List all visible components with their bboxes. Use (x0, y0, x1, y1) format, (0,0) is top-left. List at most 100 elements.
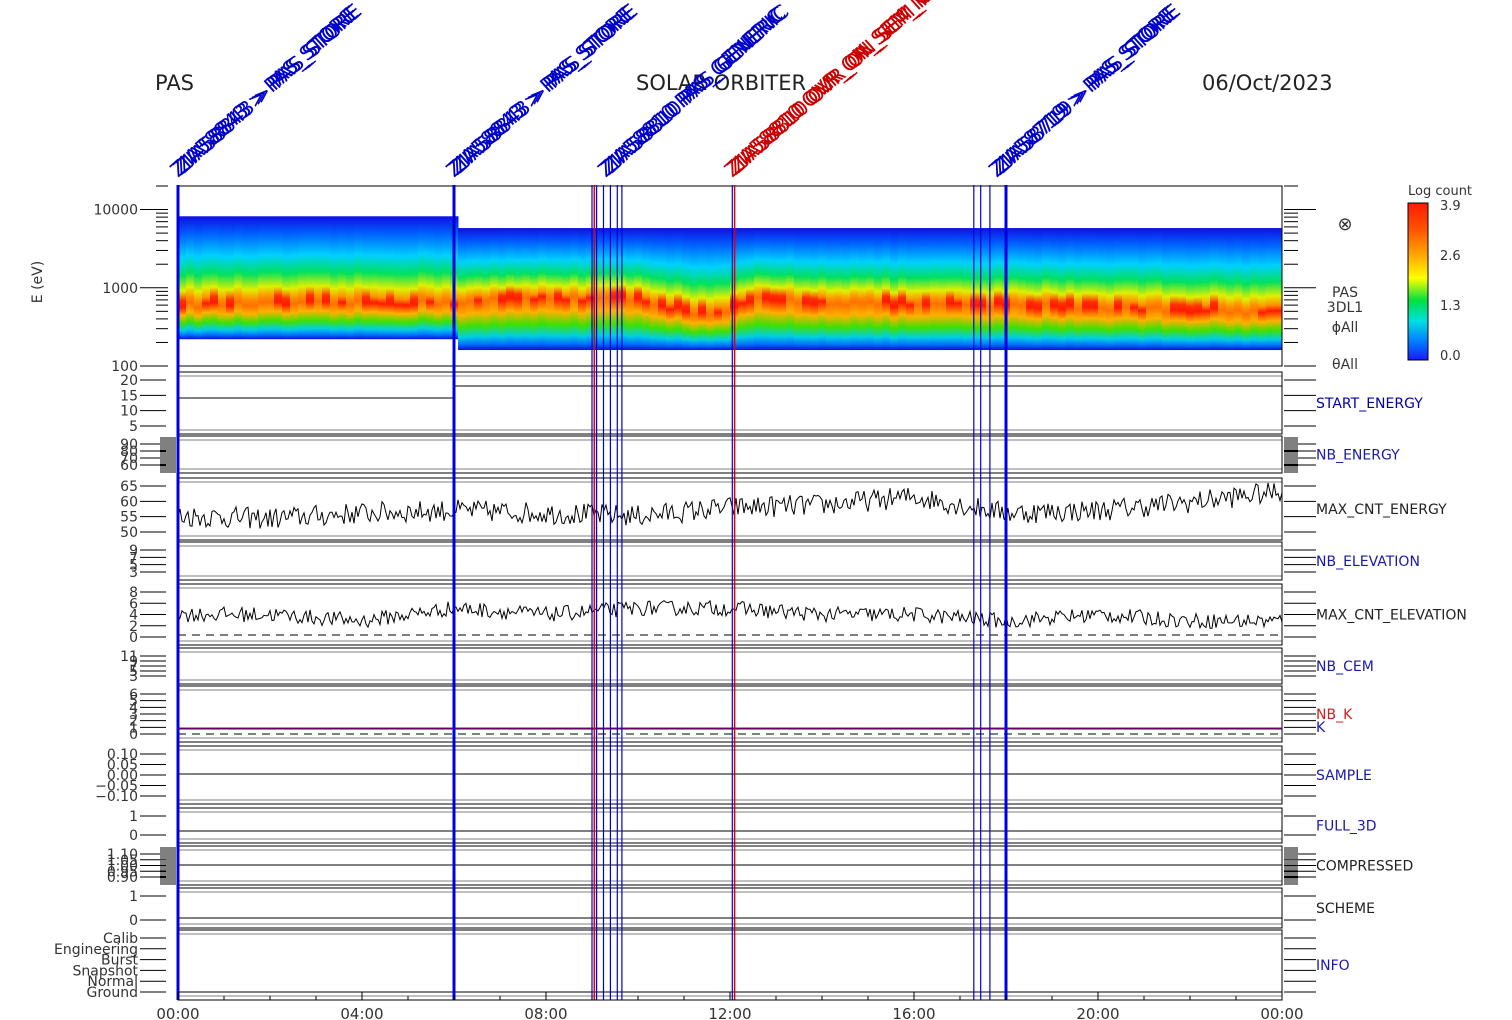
spectrogram-column (858, 228, 867, 351)
spectrogram-column (1226, 228, 1235, 351)
spectrogram-column (954, 228, 963, 351)
spectrogram-column (338, 216, 347, 340)
spectrogram-column (770, 228, 779, 351)
spectrogram-column (1058, 228, 1067, 351)
panel-ytick-label: 65 (120, 479, 138, 495)
spectrogram-column (1050, 228, 1059, 351)
spectrogram-column (898, 228, 907, 351)
spectrogram-column (658, 228, 667, 351)
spectrogram-column (410, 216, 419, 340)
colorbar-title: Log count (1408, 184, 1472, 199)
spectrogram-column (202, 216, 211, 340)
panel-name-label: START_ENERGY (1316, 396, 1423, 412)
panel-ytick-label: 5 (129, 419, 138, 435)
panel-name-label: NB_ENERGY (1316, 448, 1400, 464)
spectrogram-column (570, 228, 579, 351)
spectrogram-column (418, 216, 427, 340)
spectrogram-column (914, 228, 923, 351)
spectrogram-column (786, 228, 795, 351)
spectrogram-column (242, 216, 251, 340)
spectrogram-column (490, 228, 499, 351)
spectrogram-ytick-label: 10000 (93, 203, 138, 219)
panel-ytick-label: 0 (129, 630, 138, 646)
spectrogram-column (626, 228, 635, 351)
spectrogram-column (1106, 228, 1115, 351)
panel-frame (177, 435, 1283, 474)
panel-ytick-label: 50 (120, 525, 138, 541)
spectrogram-column (1034, 228, 1043, 351)
panel-frame (177, 887, 1283, 929)
spectrogram-column (1098, 228, 1107, 351)
time-tick-label: 08:00 (524, 1005, 567, 1020)
panel-ytick-label: 15 (120, 388, 138, 404)
spectrogram-side-label: θAll (1332, 357, 1358, 373)
panel-name-label: MAX_CNT_ENERGY (1316, 502, 1447, 518)
spectrogram-column (402, 216, 411, 340)
time-tick-label: 04:00 (340, 1005, 383, 1020)
spectrogram-column (1162, 228, 1171, 351)
colorbar-tick-label: 1.3 (1440, 299, 1461, 314)
spectrogram-column (762, 228, 771, 351)
spectrogram-column (834, 228, 843, 351)
spectrogram-column (794, 228, 803, 351)
spectrogram-column (314, 216, 323, 340)
panel-name-label: K (1316, 720, 1326, 736)
max-cnt-elevation-trace (177, 599, 1283, 630)
spectrogram-column (1146, 228, 1155, 351)
spectrogram-column (1218, 228, 1227, 351)
spectrogram-column (1202, 228, 1211, 351)
spectrogram-column (706, 228, 715, 351)
spectrogram-column (994, 228, 1003, 351)
spectrogram-column (578, 228, 587, 351)
spectrogram-column (482, 228, 491, 351)
spectrogram-column (738, 228, 747, 351)
panel-ytick-label: 0 (129, 828, 138, 844)
spectrogram-column (754, 228, 763, 351)
spectrogram-column (250, 216, 259, 340)
spectrogram-column (282, 216, 291, 340)
spectrogram-column (666, 228, 675, 351)
spectrogram-column (890, 228, 899, 351)
spectrogram-column (354, 216, 363, 340)
spectrogram-column (906, 228, 915, 351)
panel-name-label: INFO (1316, 958, 1350, 974)
spectrogram-column (1082, 228, 1091, 351)
spectrogram-column (1042, 228, 1051, 351)
panel-name-label: SCHEME (1316, 901, 1375, 917)
spectrogram-column (1154, 228, 1163, 351)
spectrogram-column (674, 228, 683, 351)
spectrogram-column (874, 228, 883, 351)
panel-ytick-label: 1 (129, 809, 138, 825)
panel-frame (177, 929, 1283, 1001)
spectrogram-column (826, 228, 835, 351)
event-label: ZIA58843 > PAS_STORE (171, 0, 366, 178)
panel-ytick-label: Ground (87, 985, 139, 1001)
spectrogram-column (506, 228, 515, 351)
spectrogram-column (1018, 228, 1027, 351)
spectrogram-ytick-label: 1000 (102, 281, 138, 297)
spectrogram-column (562, 228, 571, 351)
colorbar-tick-label: 2.6 (1440, 249, 1461, 264)
spectrogram-column (226, 216, 235, 340)
spectrogram-column (586, 228, 595, 351)
spectrogram-column (234, 216, 243, 340)
time-tick-label: 20:00 (1076, 1005, 1119, 1020)
spectrogram-column (458, 228, 467, 351)
panel-frame (177, 807, 1283, 844)
spectrogram-column (922, 228, 931, 351)
spectrogram-column (842, 228, 851, 351)
spectrogram-column (818, 228, 827, 351)
spectrogram-column (522, 228, 531, 351)
spectrogram-column (698, 228, 707, 351)
spectrogram-column (778, 228, 787, 351)
spectrogram-column (1242, 228, 1251, 351)
spectrogram-column (530, 228, 539, 351)
spectrogram-column (1074, 228, 1083, 351)
spectrogram-column (1170, 228, 1179, 351)
panel-name-label: SAMPLE (1316, 768, 1372, 784)
panel-name-label: MAX_CNT_ELEVATION (1316, 608, 1467, 624)
spectrogram-column (546, 228, 555, 351)
panel-ytick-label: 0 (129, 913, 138, 929)
panel-frame (177, 583, 1283, 646)
spectrogram-column (642, 228, 651, 351)
